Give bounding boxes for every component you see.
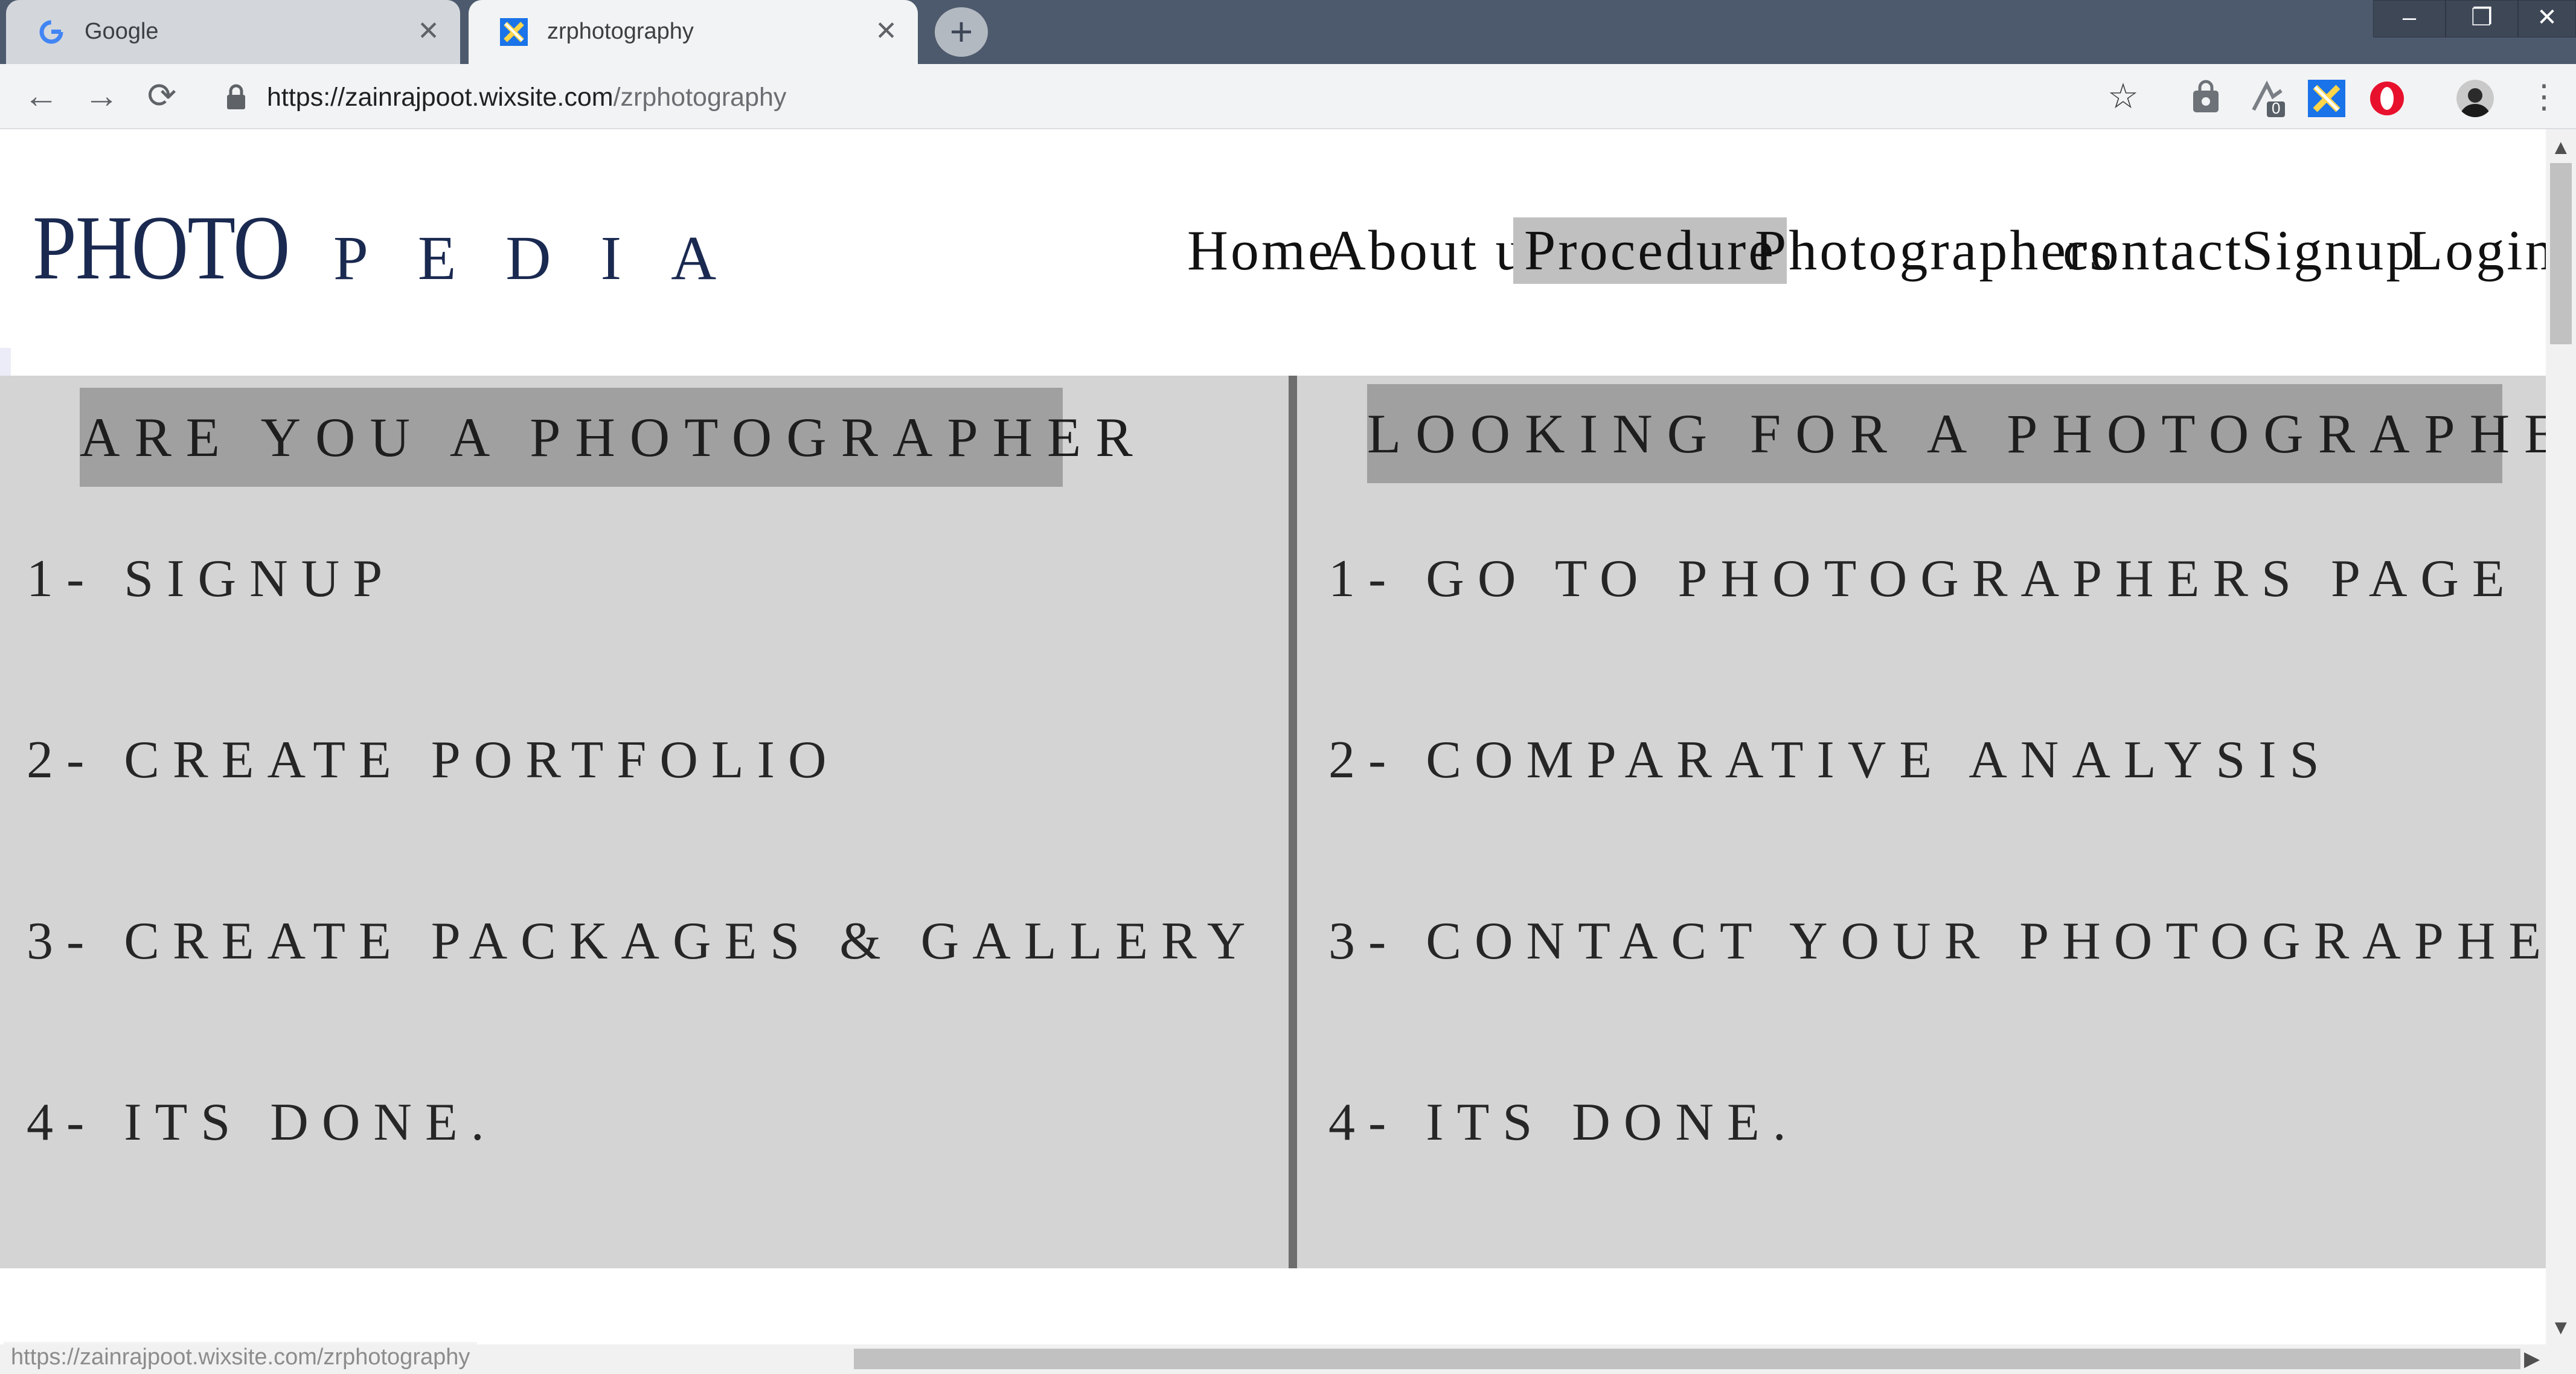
tab-title: Google <box>85 19 159 44</box>
url-path: /zrphotography <box>613 83 787 112</box>
client-heading: LOOKING FOR A PHOTOGRAPHER <box>1367 384 2546 483</box>
profile-avatar[interactable] <box>2456 80 2494 117</box>
opera-icon[interactable] <box>2368 80 2406 117</box>
extension-badge-count: 0 <box>2272 99 2281 117</box>
close-window-button[interactable]: ✕ <box>2518 0 2576 37</box>
forward-button[interactable]: → <box>77 75 126 117</box>
close-icon[interactable]: ✕ <box>417 16 440 47</box>
nav-login[interactable]: Login <box>2397 217 2546 284</box>
photographer-step-3: 3- CREATE PACKAGES & GALLERY <box>27 912 1259 971</box>
column-divider <box>1289 376 1297 1268</box>
wix-extension-icon[interactable] <box>2308 80 2345 117</box>
client-step-3: 3- CONTACT YOUR PHOTOGRAPHER <box>1328 912 2546 971</box>
horizontal-scroll-thumb[interactable] <box>854 1349 2520 1369</box>
tab-title: zrphotography <box>547 19 694 44</box>
photographer-step-2: 2- CREATE PORTFOLIO <box>27 731 840 789</box>
wix-icon <box>500 18 528 46</box>
tab-google[interactable]: Google ✕ <box>6 0 460 64</box>
scroll-down-icon[interactable]: ▼ <box>2551 1315 2571 1340</box>
photographer-heading: ARE YOU A PHOTOGRAPHER <box>80 388 1133 487</box>
tab-strip: Google ✕ zrphotography ✕ + – ❐ ✕ <box>0 0 2576 64</box>
menu-icon[interactable]: ⋮ <box>2528 79 2560 115</box>
edge-marker <box>0 348 11 376</box>
page-footer-space <box>0 1268 2546 1344</box>
site-logo-pedia[interactable]: PEDIA <box>333 216 766 301</box>
extension-badge-icon[interactable]: 0 <box>2249 80 2286 117</box>
vertical-scroll-thumb[interactable] <box>2550 163 2572 344</box>
site-logo-photo[interactable]: PHOTO <box>33 193 290 302</box>
back-button[interactable]: ← <box>17 75 65 117</box>
lock-icon[interactable] <box>226 83 246 113</box>
reload-button[interactable]: ⟳ <box>138 75 186 117</box>
client-step-1: 1- GO TO PHOTOGRAPHERS PAGE <box>1328 550 2518 608</box>
close-icon[interactable]: ✕ <box>875 16 897 47</box>
photographer-step-1: 1- SIGNUP <box>27 550 396 608</box>
bookmark-star-icon[interactable]: ☆ <box>2107 79 2139 115</box>
minimize-button[interactable]: – <box>2373 0 2446 37</box>
page-viewport: PHOTO PEDIA Home About us Procedure Phot… <box>0 129 2546 1344</box>
client-step-4: 4- ITS DONE. <box>1328 1093 1799 1152</box>
url-text[interactable]: https://zainrajpoot.wixsite.com/zrphotog… <box>267 79 786 115</box>
scroll-up-icon[interactable]: ▲ <box>2551 135 2571 159</box>
url-host: https://zainrajpoot.wixsite.com <box>267 83 614 112</box>
google-icon <box>37 18 65 46</box>
shopping-bag-icon[interactable] <box>2187 80 2225 117</box>
restore-button[interactable]: ❐ <box>2446 0 2518 37</box>
tab-zrphotography[interactable]: zrphotography ✕ <box>469 0 918 64</box>
nav-contact[interactable]: contact <box>2052 217 2254 284</box>
new-tab-button[interactable]: + <box>935 7 988 57</box>
status-bar-url: https://zainrajpoot.wixsite.com/zrphotog… <box>4 1342 478 1372</box>
client-step-2: 2- COMPARATIVE ANALYSIS <box>1328 731 2333 789</box>
scroll-right-icon[interactable]: ▶ <box>2524 1347 2540 1371</box>
photographer-step-4: 4- ITS DONE. <box>27 1093 498 1152</box>
